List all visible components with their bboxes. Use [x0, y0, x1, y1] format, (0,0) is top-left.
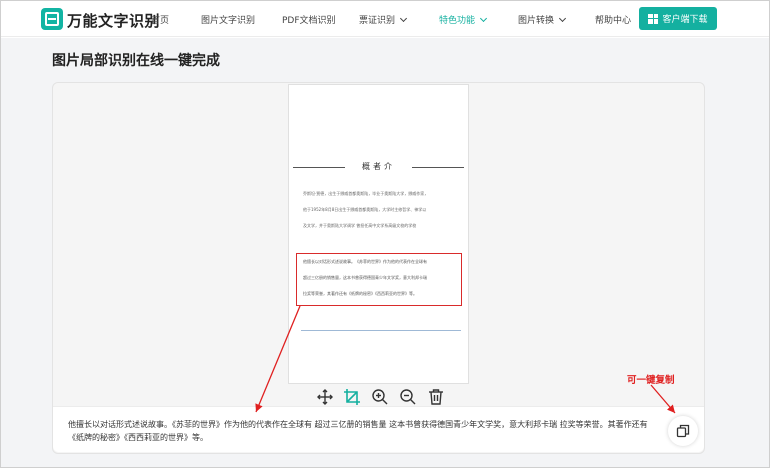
document-intro-line: 及文学，并于奥斯陆大学调学 曾担任高中文学系高级文校的学校 — [303, 223, 417, 228]
nav-item-image-ocr[interactable]: 图片文字识别 — [201, 13, 255, 26]
move-icon[interactable] — [316, 388, 334, 406]
delete-icon[interactable] — [427, 388, 445, 406]
nav-item-ticket-ocr[interactable]: 票证识别 — [359, 13, 408, 26]
crop-icon[interactable] — [343, 388, 361, 406]
result-text-line: 《纸牌的秘密》《西西莉亚的世界》等。 — [68, 433, 208, 442]
document-heading: 概者介 — [289, 161, 468, 173]
client-download-button[interactable]: 客户端下载 — [639, 7, 717, 30]
document-intro-line: 乔斯坦·贾德，出生于挪威首都奥斯陆，毕业于奥斯陆大学，挪威作家， — [303, 191, 429, 196]
copy-icon — [676, 424, 690, 438]
windows-icon — [648, 13, 659, 24]
nav-item-pdf-ocr[interactable]: PDF文档识别 — [282, 13, 336, 26]
copy-hint-annotation: 可一键复制 — [627, 375, 675, 386]
zoom-out-icon[interactable] — [399, 388, 417, 406]
logo-icon[interactable] — [41, 8, 63, 30]
top-header: 万能文字识别 首页 图片文字识别 PDF文档识别 票证识别 特色功能 图片转换 … — [1, 1, 769, 37]
selection-box[interactable] — [296, 253, 462, 306]
document-image[interactable]: 概者介 乔斯坦·贾德，出生于挪威首都奥斯陆，毕业于奥斯陆大学，挪威作家， 他于1… — [288, 84, 469, 384]
nav-item-features[interactable]: 特色功能 — [439, 13, 488, 26]
chevron-down-icon — [558, 14, 567, 23]
nav-item-help[interactable]: 帮助中心 — [595, 13, 631, 26]
chevron-down-icon — [399, 14, 408, 23]
result-text-line: 他擅长以对话形式述说故事。《苏菲的世界》作为他的代表作在全球有 超过三亿册的销售… — [68, 420, 648, 429]
copy-button[interactable] — [668, 416, 698, 446]
client-download-label: 客户端下载 — [662, 15, 708, 25]
logo-text[interactable]: 万能文字识别 — [67, 10, 160, 31]
document-divider — [301, 330, 461, 331]
document-intro-line: 他于1952年8月8日出生于挪威首都奥斯陆，大学时主修哲学、神学以 — [303, 207, 427, 212]
nav-item-image-convert[interactable]: 图片转换 — [518, 13, 567, 26]
chevron-down-icon — [479, 14, 488, 23]
page-title: 图片局部识别在线一键完成 — [52, 53, 220, 69]
zoom-in-icon[interactable] — [371, 388, 389, 406]
nav-item-home[interactable]: 首页 — [151, 13, 169, 26]
